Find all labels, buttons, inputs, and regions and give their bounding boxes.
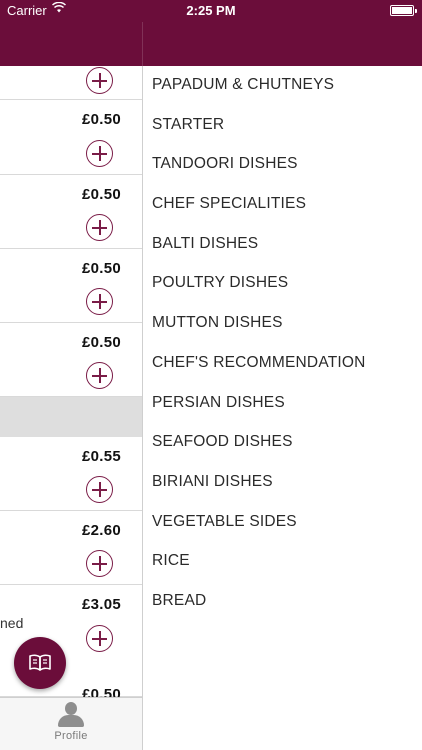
category-balti-dishes[interactable]: BALTI DISHES (152, 235, 258, 253)
battery-icon (390, 5, 417, 16)
category-chefs-recommendation[interactable]: CHEF'S RECOMMENDATION (152, 354, 366, 372)
item-price: £0.50 (81, 186, 121, 203)
add-item-button[interactable] (86, 362, 113, 389)
add-item-button[interactable] (86, 214, 113, 241)
add-item-button[interactable] (86, 140, 113, 167)
item-price: £3.05 (81, 596, 121, 613)
item-price: £0.50 (81, 334, 121, 351)
profile-icon (58, 702, 84, 728)
menu-book-button[interactable] (14, 637, 66, 689)
nav-header: Carrier 2:25 PM (0, 0, 422, 66)
add-item-button[interactable] (86, 550, 113, 577)
menu-item-row: £0.50 (0, 100, 142, 175)
category-seafood-dishes[interactable]: SEAFOOD DISHES (152, 433, 293, 451)
category-biriani-dishes[interactable]: BIRIANI DISHES (152, 473, 273, 491)
item-price: £2.60 (81, 522, 121, 539)
menu-item-row: £0.50 (0, 175, 142, 249)
category-rice[interactable]: RICE (152, 552, 190, 570)
category-bread[interactable]: BREAD (152, 592, 206, 610)
status-time: 2:25 PM (186, 3, 236, 18)
tab-profile[interactable]: Profile (40, 698, 102, 750)
category-poultry-dishes[interactable]: POULTRY DISHES (152, 274, 288, 292)
menu-book-icon (29, 654, 51, 671)
menu-item-row: £2.60 (0, 511, 142, 585)
menu-item-row: £0.50 (0, 323, 142, 397)
category-starter[interactable]: STARTER (152, 116, 224, 134)
add-item-button[interactable] (86, 288, 113, 315)
item-price: £0.55 (81, 448, 121, 465)
add-item-button[interactable] (86, 476, 113, 503)
category-mutton-dishes[interactable]: MUTTON DISHES (152, 314, 283, 332)
menu-item-row (0, 66, 142, 100)
header-divider (142, 22, 143, 66)
tab-bar: Profile (0, 697, 142, 750)
item-price: £0.50 (81, 111, 121, 128)
status-bar: Carrier 2:25 PM (0, 0, 422, 22)
category-vegetable-sides[interactable]: VEGETABLE SIDES (152, 513, 297, 531)
add-item-button[interactable] (86, 625, 113, 652)
add-item-button[interactable] (86, 67, 113, 94)
tab-profile-label: Profile (54, 730, 88, 742)
category-papadum-chutneys[interactable]: PAPADUM & CHUTNEYS (152, 76, 334, 94)
category-drawer: PAPADUM & CHUTNEYS STARTER TANDOORI DISH… (142, 66, 422, 750)
category-chef-specialities[interactable]: CHEF SPECIALITIES (152, 195, 306, 213)
category-persian-dishes[interactable]: PERSIAN DISHES (152, 394, 285, 412)
item-price: £0.50 (81, 260, 121, 277)
category-tandoori-dishes[interactable]: TANDOORI DISHES (152, 155, 298, 173)
section-header (0, 397, 142, 437)
item-description: ned (0, 615, 24, 631)
menu-item-row: £0.55 (0, 437, 142, 511)
menu-item-row: £0.50 (0, 249, 142, 323)
